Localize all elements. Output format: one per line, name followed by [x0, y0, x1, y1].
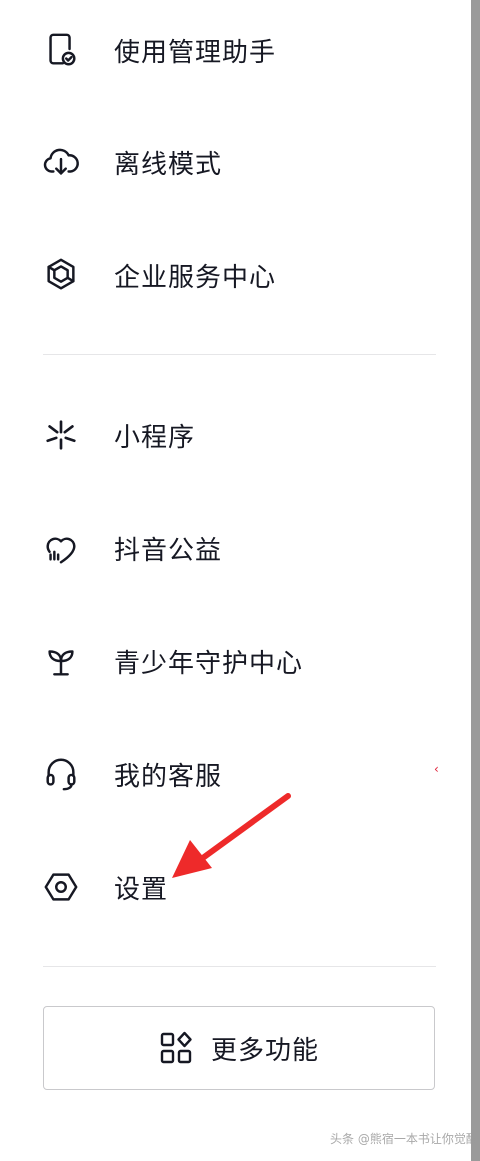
sprout-icon — [40, 640, 82, 682]
section-divider — [43, 966, 436, 967]
watermark: 头条 @熊宿一本书让你觉醒 — [330, 1132, 478, 1146]
menu-item-offline-mode[interactable]: 离线模式 — [40, 127, 440, 197]
scroll-edge — [471, 0, 480, 1161]
menu-item-usage-assistant[interactable]: 使用管理助手 — [40, 15, 440, 85]
more-features-label: 更多功能 — [210, 1035, 319, 1066]
menu-item-mini-program[interactable]: 小程序 — [40, 400, 440, 470]
hexagon-settings-icon — [40, 866, 82, 908]
menu-item-youth-center[interactable]: 青少年守护中心 — [40, 626, 440, 696]
stray-mark: ‹ — [434, 762, 439, 776]
menu-item-label: 我的客服 — [114, 761, 223, 792]
cloud-download-icon — [40, 141, 82, 183]
annotation-arrow-icon — [172, 793, 291, 878]
menu-item-label: 抖音公益 — [114, 535, 223, 566]
section-divider — [43, 354, 436, 355]
menu-item-charity[interactable]: 抖音公益 — [40, 513, 440, 583]
menu-item-label: 小程序 — [114, 422, 196, 453]
grid-apps-icon — [159, 1031, 193, 1065]
menu-item-enterprise-center[interactable]: 企业服务中心 — [40, 240, 440, 310]
menu-item-label: 离线模式 — [114, 149, 223, 180]
menu-item-label: 企业服务中心 — [114, 262, 277, 293]
more-features-button[interactable]: 更多功能 — [43, 1006, 435, 1090]
headset-icon — [40, 753, 82, 795]
enterprise-cube-icon — [40, 254, 82, 296]
menu-item-label: 青少年守护中心 — [114, 648, 304, 679]
mini-program-icon — [40, 414, 82, 456]
menu-item-label: 使用管理助手 — [114, 37, 277, 68]
phone-check-icon — [40, 29, 82, 71]
heart-charity-icon — [40, 527, 82, 569]
